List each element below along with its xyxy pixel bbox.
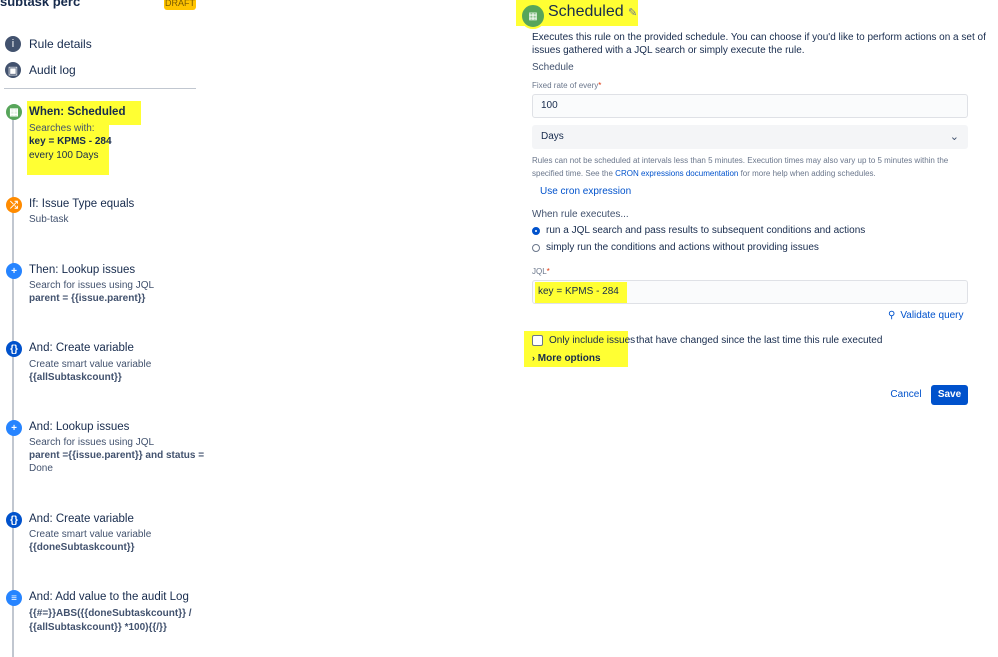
unit-select-value: Days [541, 131, 564, 142]
component-line: {{allSubtaskcount}} *100){{/}} [29, 622, 167, 633]
component-line: Sub-task [29, 214, 69, 225]
page-title: Scheduled [548, 3, 624, 20]
radio-run-jql-search[interactable]: run a JQL search and pass results to sub… [532, 225, 865, 236]
save-button[interactable]: Save [931, 385, 968, 405]
help-text-line: Rules can not be scheduled at intervals … [532, 156, 949, 165]
plus-icon: + [6, 420, 22, 436]
more-options-toggle[interactable]: › More options [532, 353, 601, 364]
component-line: {{doneSubtaskcount}} [29, 542, 135, 553]
sidebar-divider [4, 88, 196, 89]
component-line: Search for issues using JQL [29, 437, 155, 448]
braces-icon: {} [6, 512, 22, 528]
required-mark: * [598, 81, 602, 90]
rule-name: subtask perc [0, 0, 81, 9]
description-line: Executes this rule on the provided sched… [532, 32, 986, 43]
audit-log-icon: ▣ [5, 62, 21, 78]
nav-rule-details-label: Rule details [29, 37, 92, 51]
jql-input[interactable]: key = KPMS - 284 [532, 280, 968, 304]
jql-input-value: key = KPMS - 284 [538, 286, 619, 297]
help-text-pre: specified time. See the [532, 169, 613, 178]
help-text-post: for more help when adding schedules. [740, 169, 876, 178]
component-line: {{#=}}ABS({{doneSubtaskcount}} / [29, 608, 192, 619]
component-when-scheduled[interactable]: ▦ When: Scheduled Searches with: key = K… [6, 101, 196, 175]
only-include-changed-checkbox[interactable]: Only include issues that have changed si… [532, 335, 882, 346]
jql-label-text: JQL [532, 267, 547, 276]
component-add-audit-log[interactable]: ≡ And: Add value to the audit Log {{#=}}… [6, 590, 196, 636]
chevron-down-icon: ⌄ [949, 131, 959, 143]
component-line: parent = {{issue.parent}} [29, 293, 146, 304]
component-title: And: Create variable [29, 513, 134, 525]
fixed-rate-label-text: Fixed rate of every [532, 81, 599, 90]
component-title: And: Lookup issues [29, 421, 130, 433]
component-title: When: Scheduled [29, 106, 126, 118]
radio-label: run a JQL search and pass results to sub… [546, 225, 866, 236]
checkbox-label-rest: that have changed since the last time th… [636, 335, 883, 346]
component-create-variable[interactable]: {} And: Create variable Create smart val… [6, 341, 196, 385]
chevron-right-icon: › [532, 353, 535, 363]
radio-unselected-icon [532, 243, 540, 252]
jql-label: JQL* [532, 267, 550, 276]
info-icon: i [5, 36, 21, 52]
component-title: And: Add value to the audit Log [29, 591, 189, 603]
fixed-rate-input[interactable]: 100 [532, 94, 968, 118]
component-title: And: Create variable [29, 342, 134, 354]
radio-label: simply run the conditions and actions wi… [546, 242, 819, 253]
validate-query-button[interactable]: ⚲ Validate query [888, 310, 964, 321]
nav-audit-log[interactable]: ▣ Audit log [5, 62, 76, 78]
required-mark: * [546, 267, 550, 276]
component-line: Create smart value variable [29, 359, 152, 370]
calendar-icon: ▦ [520, 3, 546, 29]
component-create-variable[interactable]: {} And: Create variable Create smart val… [6, 512, 196, 556]
description-line: issues gathered with a JQL search or sim… [532, 45, 805, 56]
shuffle-icon: ⤮ [6, 197, 22, 213]
component-line: every 100 Days [29, 150, 99, 161]
help-text-line-2: specified time. See the CRON expressions… [532, 169, 876, 178]
component-line: Search for issues using JQL [29, 280, 155, 291]
component-line: Create smart value variable [29, 529, 152, 540]
braces-icon: {} [6, 341, 22, 357]
pencil-icon[interactable]: ✎ [628, 6, 637, 19]
checkbox-icon [532, 335, 543, 346]
status-badge: DRAFT [164, 0, 196, 10]
schedule-label: Schedule [532, 62, 574, 73]
component-title: If: Issue Type equals [29, 198, 135, 210]
component-line: Searches with: [29, 123, 95, 134]
component-line: key = KPMS - 284 [29, 136, 112, 147]
nav-audit-log-label: Audit log [29, 63, 76, 77]
component-lookup-issues[interactable]: + And: Lookup issues Search for issues u… [6, 420, 204, 478]
calendar-icon: ▦ [6, 104, 22, 120]
component-line: parent ={{issue.parent}} and status = [29, 450, 205, 461]
nav-rule-details[interactable]: i Rule details [5, 36, 92, 52]
unit-select[interactable]: Days ⌄ [532, 125, 968, 149]
radio-run-without-issues[interactable]: simply run the conditions and actions wi… [532, 242, 819, 253]
checkbox-label-highlighted: Only include issues [549, 335, 636, 346]
use-cron-expression-link[interactable]: Use cron expression [540, 186, 631, 197]
component-if-issue-type[interactable]: ⤮ If: Issue Type equals Sub-task [6, 197, 196, 229]
component-lookup-issues[interactable]: + Then: Lookup issues Search for issues … [6, 263, 196, 307]
when-executes-label: When rule executes... [532, 209, 629, 220]
component-line: {{allSubtaskcount}} [29, 372, 122, 383]
fixed-rate-label: Fixed rate of every* [532, 81, 601, 90]
validate-query-label: Validate query [900, 310, 964, 321]
component-line: Done [29, 463, 53, 474]
more-options-label: More options [537, 353, 601, 364]
cancel-button[interactable]: Cancel [883, 385, 929, 405]
radio-selected-icon [532, 226, 540, 235]
search-icon: ⚲ [888, 310, 896, 321]
plus-icon: + [6, 263, 22, 279]
log-icon: ≡ [6, 590, 22, 606]
cron-docs-link[interactable]: CRON expressions documentation [615, 169, 738, 178]
component-title: Then: Lookup issues [29, 264, 136, 276]
